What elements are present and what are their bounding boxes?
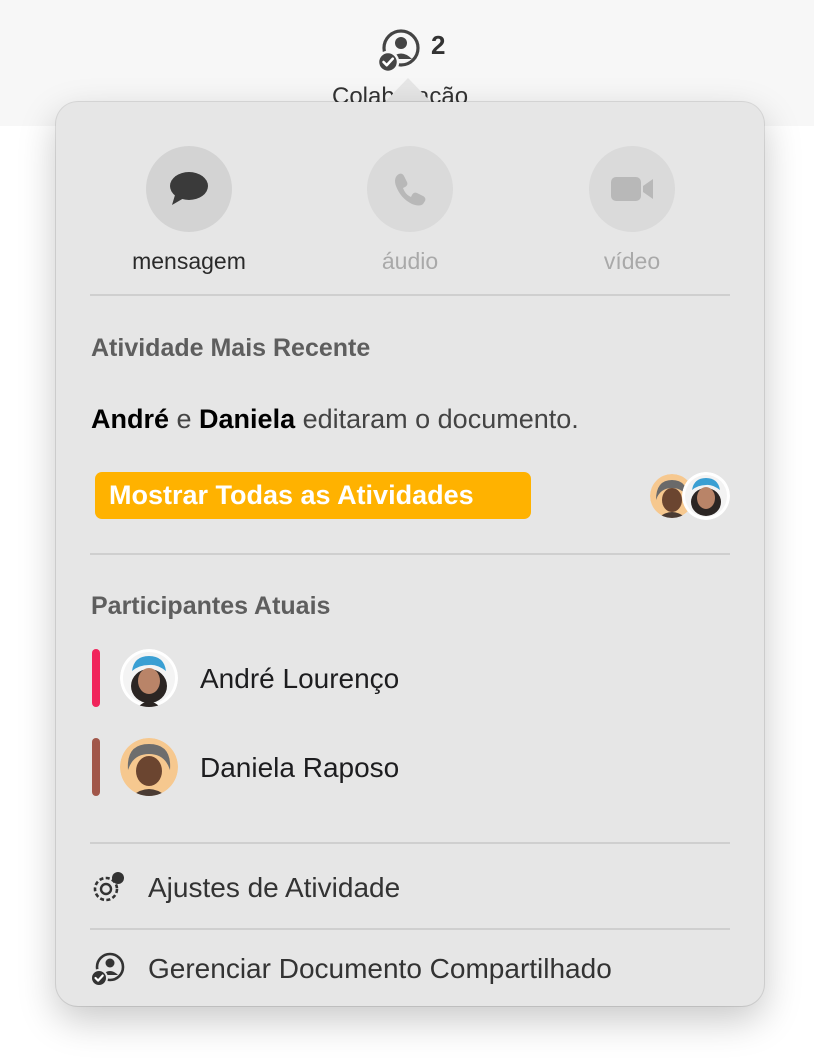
message-button[interactable]: mensagem (99, 146, 279, 276)
audio-label: áudio (381, 248, 439, 274)
message-icon (170, 172, 208, 205)
collaboration-icon (377, 29, 420, 74)
manage-shared-label: Gerenciar Documento Compartilhado (148, 953, 612, 984)
popover-arrow (384, 78, 432, 103)
message-label: mensagem (132, 248, 246, 274)
avatar-daniela (120, 738, 178, 796)
divider (90, 294, 730, 296)
video-label: vídeo (603, 248, 661, 274)
activity-avatars (650, 472, 732, 520)
activity-settings-item[interactable]: Ajustes de Atividade (90, 862, 730, 912)
activity-settings-icon (93, 872, 124, 902)
participant-name: Daniela Raposo (200, 752, 400, 783)
show-all-activity-button[interactable]: Mostrar Todas as Atividades (95, 472, 531, 519)
divider (90, 928, 730, 930)
manage-shared-icon (90, 952, 125, 987)
collaboration-button[interactable]: 2 (377, 24, 457, 74)
participant-row[interactable]: André Lourenço (92, 649, 732, 709)
video-button[interactable]: vídeo (542, 146, 722, 276)
current-participants-heading: Participantes Atuais (91, 592, 331, 620)
recent-activity-text: André e Daniela editaram o documento. (91, 404, 579, 434)
divider (90, 553, 730, 555)
video-camera-icon (611, 177, 653, 201)
collaboration-popover: mensagem áudio vídeo Atividade Mais Rece… (56, 102, 764, 1006)
participant-row[interactable]: Daniela Raposo (92, 738, 732, 798)
participant-color-bar (92, 738, 100, 796)
audio-button[interactable]: áudio (320, 146, 500, 276)
avatar-andre-small (682, 472, 730, 520)
recent-activity-heading: Atividade Mais Recente (91, 334, 371, 362)
participant-color-bar (92, 649, 100, 707)
manage-shared-document-item[interactable]: Gerenciar Documento Compartilhado (90, 943, 730, 993)
divider (90, 842, 730, 844)
activity-person-1: André (91, 404, 170, 434)
activity-person-2: Daniela (199, 404, 296, 434)
participant-name: André Lourenço (200, 663, 400, 694)
phone-icon (395, 173, 426, 206)
activity-settings-label: Ajustes de Atividade (148, 872, 401, 903)
avatar-andre (120, 649, 178, 707)
collaborator-count: 2 (431, 30, 446, 60)
